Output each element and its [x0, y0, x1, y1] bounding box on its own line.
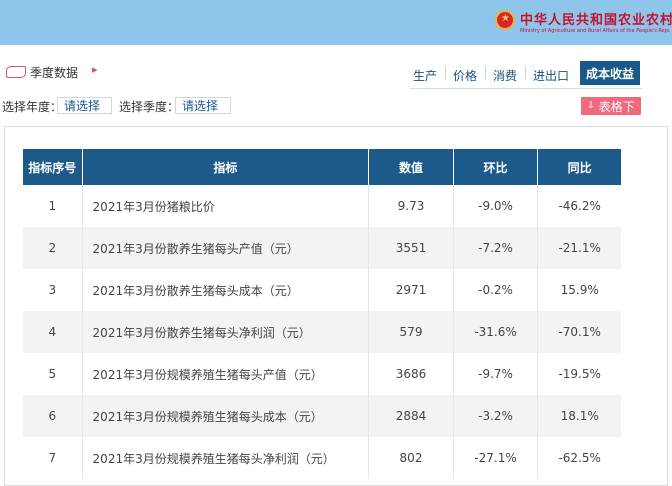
- section-title: 季度数据: [30, 66, 79, 80]
- download-icon: ⇩: [587, 101, 595, 111]
- tab-cost-benefit[interactable]: 成本收益: [580, 61, 640, 85]
- cell-mom: -0.2%: [453, 269, 539, 311]
- tab-divider: [485, 66, 486, 79]
- cell-indicator: 2021年3月份散养生猪每头产值（元）: [82, 227, 370, 269]
- cell-index: 5: [23, 353, 83, 395]
- cell-value: 2884: [368, 395, 454, 437]
- tab-divider: [525, 66, 526, 79]
- cell-yoy: 15.9%: [560, 283, 599, 297]
- header-yoy[interactable]: 同比: [537, 149, 621, 185]
- cell-indicator: 2021年3月份规模养殖生猪每头净利润（元）: [82, 437, 370, 479]
- tab-underline: [410, 88, 642, 89]
- national-emblem-icon: [495, 10, 515, 30]
- cell-yoy: 18.1%: [537, 395, 621, 437]
- ministry-name-en: Ministry of Agriculture and Rural Affair…: [520, 28, 670, 34]
- cell-value: 3551: [368, 227, 454, 269]
- cell-indicator: 2021年3月份规模养殖生猪每头产值（元）: [82, 353, 370, 395]
- tag-icon: [6, 66, 26, 78]
- cell-yoy: -19.5%: [558, 367, 601, 381]
- year-select[interactable]: 请选择: [57, 97, 112, 114]
- export-table-button[interactable]: ⇩ 表格下: [581, 97, 641, 115]
- cell-yoy: -62.5%: [558, 451, 601, 465]
- cell-mom: -9.7%: [453, 353, 539, 395]
- cell-value: 579: [368, 311, 454, 353]
- table-row: 3 2021年3月份散养生猪每头成本（元） 2971 -0.2% 15.9%: [23, 269, 621, 311]
- tab-consumption[interactable]: 消费: [493, 67, 517, 84]
- cell-mom: -27.1%: [453, 437, 539, 479]
- tab-import-export[interactable]: 进出口: [533, 67, 569, 84]
- header-value[interactable]: 数值: [368, 149, 454, 185]
- cell-indicator: 2021年3月份散养生猪每头净利润（元）: [82, 311, 370, 353]
- cell-indicator: 2021年3月份散养生猪每头成本（元）: [82, 269, 370, 311]
- cell-index: 4: [23, 311, 83, 353]
- cell-value: 3686: [368, 353, 454, 395]
- cell-index: 2: [23, 227, 83, 269]
- tab-divider: [445, 66, 446, 79]
- cell-value: 9.73: [368, 185, 454, 227]
- cell-index: 1: [23, 185, 83, 227]
- chevron-right-icon: ▸: [92, 63, 98, 76]
- quarter-select[interactable]: 请选择: [175, 97, 231, 114]
- table-row: 4 2021年3月份散养生猪每头净利润（元） 579 -31.6% -70.1%: [23, 311, 621, 353]
- cell-indicator: 2021年3月份规模养殖生猪每头成本（元）: [82, 395, 370, 437]
- tab-production[interactable]: 生产: [413, 67, 437, 84]
- year-filter-label: 选择年度：: [2, 100, 63, 114]
- data-table: 指标序号 指标 数值 环比 同比 1 2021年3月份猪粮比价 9.73 -9.…: [23, 149, 621, 479]
- cell-yoy: -21.1%: [537, 227, 621, 269]
- cell-value: 802: [368, 437, 454, 479]
- table-header-row: 指标序号 指标 数值 环比 同比: [23, 149, 621, 185]
- table-row: 7 2021年3月份规模养殖生猪每头净利润（元） 802 -27.1% -62.…: [23, 437, 621, 479]
- table-row: 5 2021年3月份规模养殖生猪每头产值（元） 3686 -9.7% -19.5…: [23, 353, 621, 395]
- cell-mom: -7.2%: [453, 227, 539, 269]
- cell-indicator: 2021年3月份猪粮比价: [82, 185, 370, 227]
- cell-index: 6: [23, 395, 83, 437]
- export-label: 表格下: [598, 99, 635, 114]
- top-banner: 中华人民共和国农业农村部 Ministry of Agriculture and…: [0, 0, 672, 45]
- table-row: 2 2021年3月份散养生猪每头产值（元） 3551 -7.2% -21.1%: [23, 227, 621, 269]
- cell-index: 3: [23, 269, 83, 311]
- header-indicator[interactable]: 指标: [82, 149, 370, 185]
- cell-index: 7: [23, 437, 83, 479]
- cell-mom: -9.0%: [453, 185, 539, 227]
- quarter-filter-label: 选择季度：: [119, 100, 180, 114]
- cell-mom: -3.2%: [453, 395, 539, 437]
- ministry-name[interactable]: 中华人民共和国农业农村部: [520, 9, 672, 28]
- header-index[interactable]: 指标序号: [23, 149, 83, 185]
- cell-value: 2971: [368, 269, 454, 311]
- cell-mom: -31.6%: [453, 311, 539, 353]
- cell-yoy: -46.2%: [558, 199, 601, 213]
- table-row: 6 2021年3月份规模养殖生猪每头成本（元） 2884 -3.2% 18.1%: [23, 395, 621, 437]
- cell-yoy: -70.1%: [537, 311, 621, 353]
- header-mom[interactable]: 环比: [453, 149, 539, 185]
- tab-price[interactable]: 价格: [453, 67, 477, 84]
- table-row: 1 2021年3月份猪粮比价 9.73 -9.0% -46.2%: [23, 185, 621, 227]
